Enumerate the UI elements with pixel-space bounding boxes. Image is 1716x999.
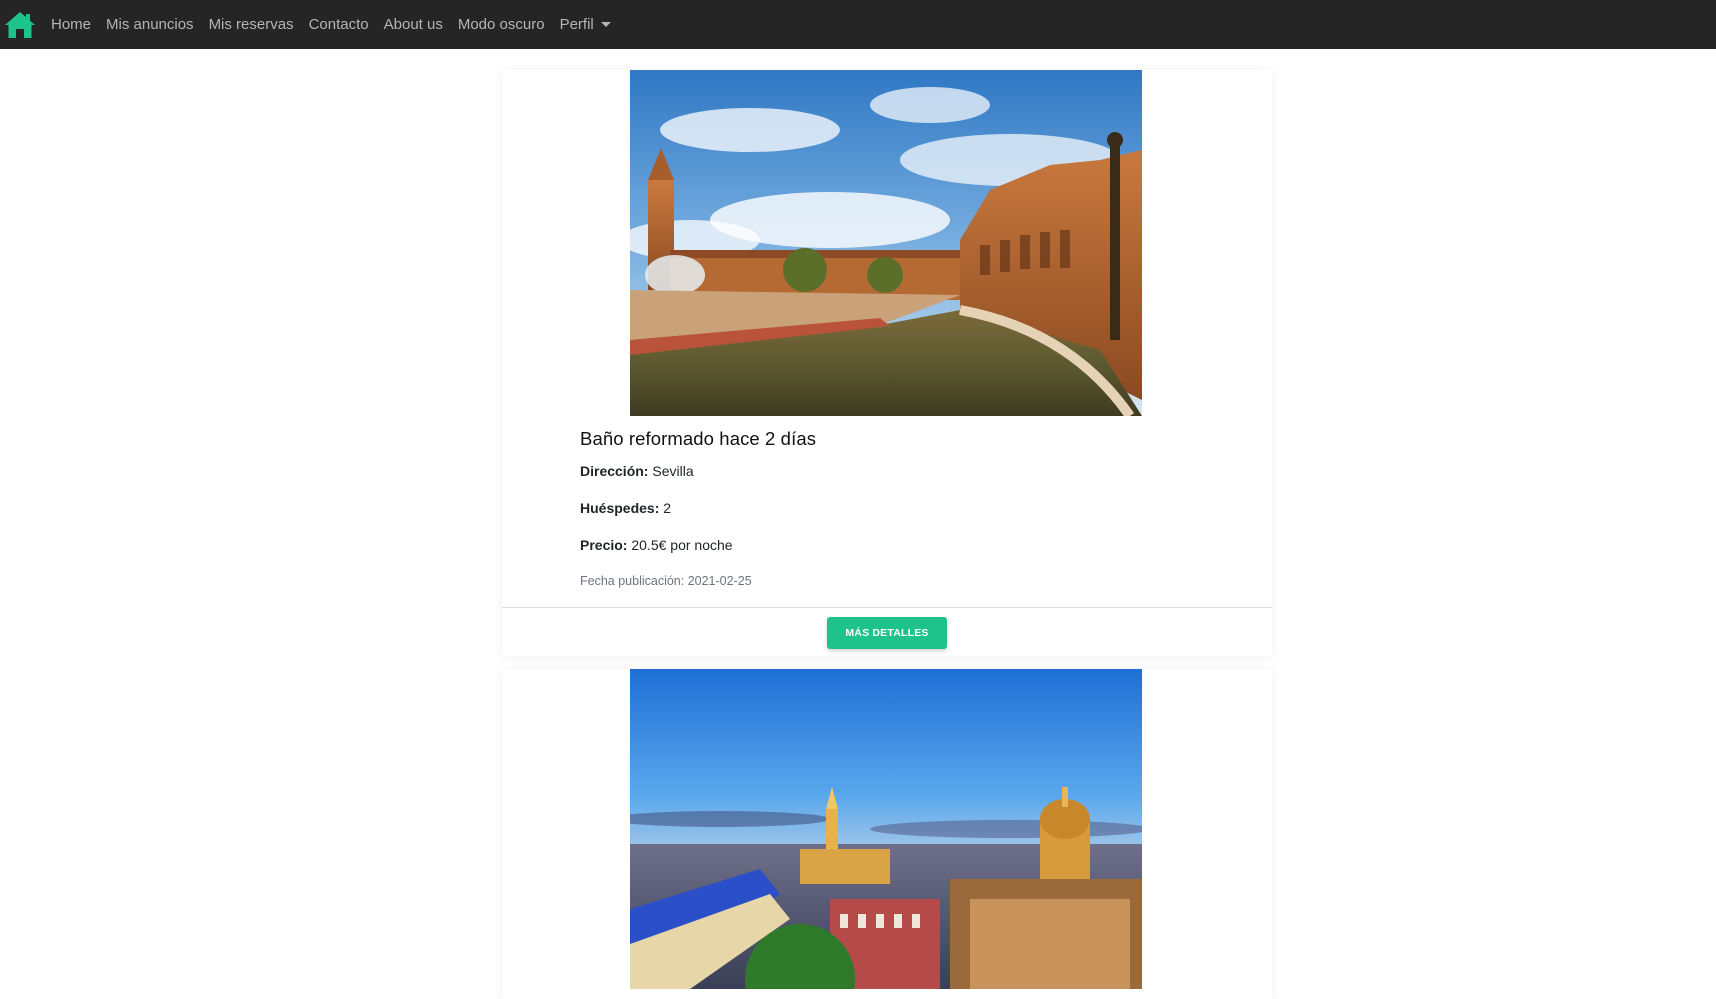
price-label: Precio: xyxy=(580,537,628,553)
guests-value: 2 xyxy=(663,500,672,516)
home-icon xyxy=(5,11,35,38)
nav-perfil-dropdown[interactable]: Perfil xyxy=(560,16,611,33)
nav-dark-mode[interactable]: Modo oscuro xyxy=(458,16,545,33)
address-value: Sevilla xyxy=(652,463,694,479)
listing-publish-date: Fecha publicación: 2021-02-25 xyxy=(580,574,752,588)
guests-label: Huéspedes: xyxy=(580,500,660,516)
nav-home[interactable]: Home xyxy=(51,16,91,33)
home-logo-button[interactable] xyxy=(3,8,37,42)
address-label: Dirección: xyxy=(580,463,649,479)
caret-down-icon xyxy=(600,22,611,27)
nav-mis-reservas[interactable]: Mis reservas xyxy=(209,16,294,33)
listing-photo-plaza-espana xyxy=(630,70,1142,416)
listing-address: Dirección: Sevilla xyxy=(580,463,1200,479)
top-navbar: Home Mis anuncios Mis reservas Contacto … xyxy=(0,0,1716,49)
nav-perfil-label: Perfil xyxy=(559,16,594,33)
listing-title: Baño reformado hace 2 días xyxy=(580,428,817,449)
listing-guests: Huéspedes: 2 xyxy=(580,500,1200,516)
nav-contacto[interactable]: Contacto xyxy=(309,16,369,33)
listing-card xyxy=(502,669,1272,999)
listing-price: Precio: 20.5€ por noche xyxy=(580,537,1200,553)
listing-details: Baño reformado hace 2 días Dirección: Se… xyxy=(580,428,1200,588)
listing-photo-sevilla-skyline xyxy=(630,669,1142,989)
listing-card: Baño reformado hace 2 días Dirección: Se… xyxy=(502,70,1272,656)
nav-about-us[interactable]: About us xyxy=(384,16,443,33)
price-value: 20.5€ por noche xyxy=(631,537,733,553)
nav-mis-anuncios[interactable]: Mis anuncios xyxy=(106,16,194,33)
more-details-button[interactable]: MÁS DETALLES xyxy=(827,616,947,649)
listing-card-footer: MÁS DETALLES xyxy=(502,607,1272,656)
